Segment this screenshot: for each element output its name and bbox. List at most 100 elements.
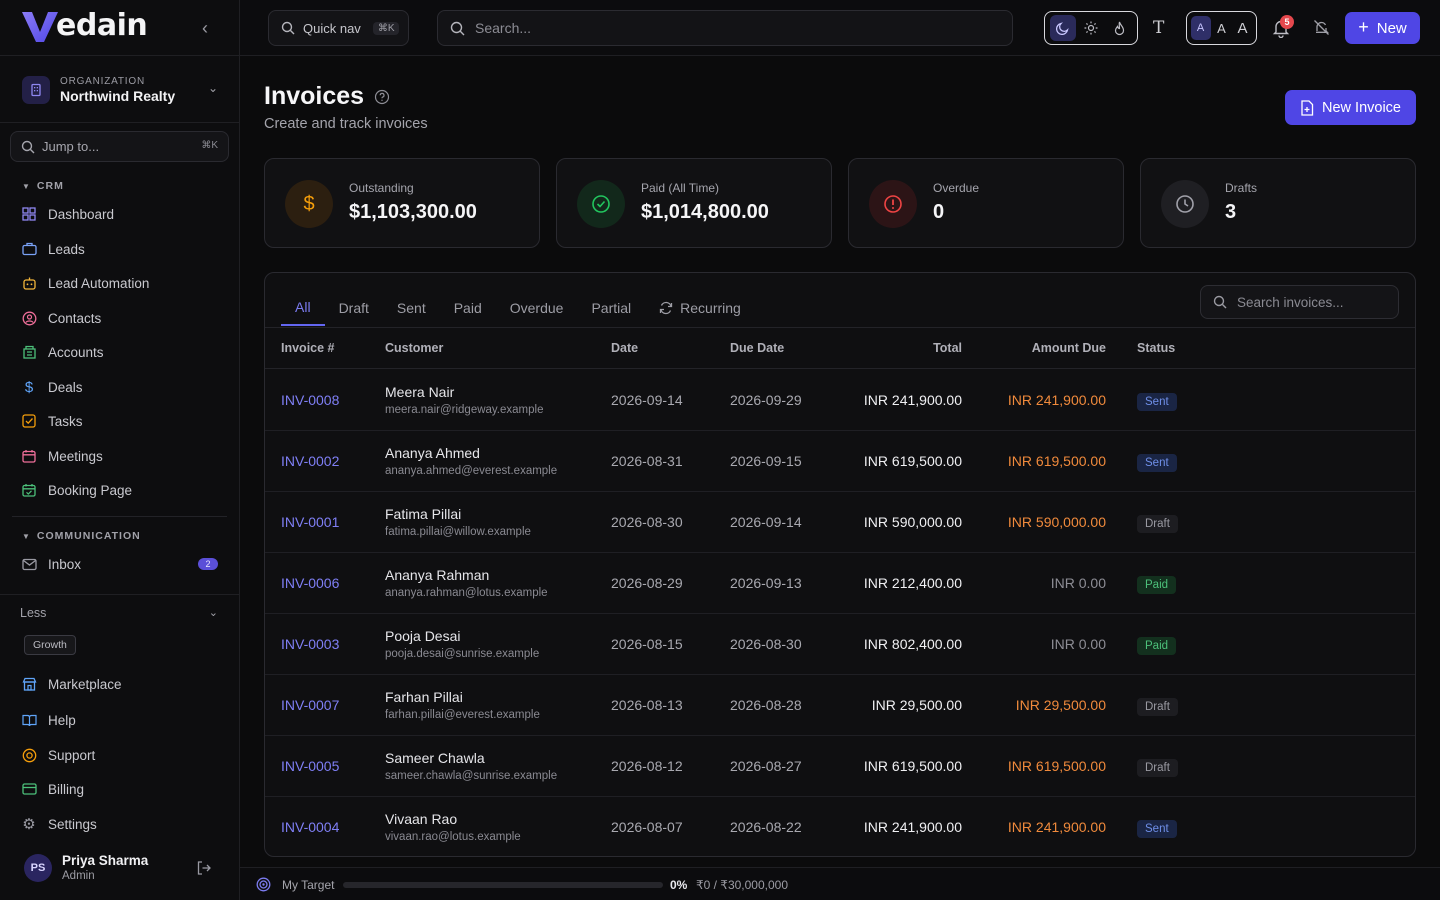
column-header-status[interactable]: Status bbox=[1137, 341, 1175, 355]
tab-sent[interactable]: Sent bbox=[383, 289, 440, 326]
sidebar-item-support[interactable]: Support bbox=[12, 740, 228, 770]
sidebar-item-lead-automation[interactable]: Lead Automation bbox=[12, 268, 228, 298]
stat-label: Outstanding bbox=[349, 181, 414, 195]
column-header-amount-due[interactable]: Amount Due bbox=[1032, 341, 1106, 355]
collapse-sidebar-button[interactable]: ‹ bbox=[196, 18, 214, 38]
table-row[interactable]: INV-0007 Farhan Pillai farhan.pillai@evere… bbox=[265, 675, 1415, 736]
table-row[interactable]: INV-0003 Pooja Desai pooja.desai@sunrise.e… bbox=[265, 614, 1415, 675]
invoice-number-link[interactable]: INV-0005 bbox=[281, 758, 339, 774]
invoice-total: INR 590,000.00 bbox=[863, 514, 962, 530]
invoice-number-link[interactable]: INV-0004 bbox=[281, 819, 339, 835]
help-circle-icon[interactable] bbox=[374, 89, 390, 105]
table-row[interactable]: INV-0006 Ananya Rahman ananya.rahman@lotus… bbox=[265, 553, 1415, 614]
org-name: Northwind Realty bbox=[60, 88, 176, 104]
user-profile[interactable]: PS Priya Sharma Admin bbox=[0, 846, 240, 890]
status-badge: Paid bbox=[1137, 576, 1177, 594]
logout-icon[interactable] bbox=[196, 860, 212, 876]
sidebar-item-settings[interactable]: ⚙ Settings bbox=[12, 809, 228, 839]
calendar-icon bbox=[21, 448, 37, 464]
invoice-number-link[interactable]: INV-0006 bbox=[281, 575, 339, 591]
sidebar-item-leads[interactable]: Leads bbox=[12, 234, 228, 264]
sidebar-item-accounts[interactable]: Accounts bbox=[12, 337, 228, 367]
quick-nav-button[interactable]: Quick nav ⌘K bbox=[268, 10, 409, 46]
new-button[interactable]: + New bbox=[1345, 12, 1420, 44]
page-title: Invoices bbox=[264, 82, 390, 111]
due-date: 2026-08-27 bbox=[730, 758, 802, 774]
column-header-invoice[interactable]: Invoice # bbox=[281, 341, 335, 355]
font-style-button[interactable]: T bbox=[1153, 18, 1169, 38]
sidebar-item-marketplace[interactable]: Marketplace bbox=[12, 669, 228, 699]
caret-down-icon: ▼ bbox=[22, 531, 31, 541]
sidebar-item-label: Deals bbox=[48, 379, 83, 395]
invoice-number-link[interactable]: INV-0007 bbox=[281, 697, 339, 713]
gear-icon: ⚙ bbox=[22, 816, 36, 833]
table-row[interactable]: INV-0005 Sameer Chawla sameer.chawla@sunri… bbox=[265, 736, 1415, 797]
invoice-number-link[interactable]: INV-0001 bbox=[281, 514, 339, 530]
invoice-search-input[interactable]: Search invoices... bbox=[1200, 285, 1399, 319]
jump-to-input[interactable]: Jump to... ⌘K bbox=[10, 131, 229, 162]
stat-label: Drafts bbox=[1225, 181, 1258, 195]
column-header-due-date[interactable]: Due Date bbox=[730, 341, 784, 355]
sidebar-item-label: Billing bbox=[48, 781, 85, 797]
font-size-large-button[interactable]: A bbox=[1233, 16, 1253, 40]
org-label: ORGANIZATION bbox=[60, 76, 145, 87]
caret-down-icon: ▼ bbox=[22, 181, 31, 191]
tab-draft[interactable]: Draft bbox=[325, 289, 383, 326]
dark-mode-button[interactable] bbox=[1050, 15, 1076, 41]
tab-recurring[interactable]: Recurring bbox=[645, 289, 755, 326]
target-percent: 0% bbox=[670, 878, 688, 892]
sidebar-item-deals[interactable]: $ Deals bbox=[12, 372, 228, 402]
table-row[interactable]: INV-0004 Vivaan Rao vivaan.rao@lotus.examp… bbox=[265, 797, 1415, 856]
customer-email: ananya.ahmed@everest.example bbox=[385, 465, 558, 477]
invoice-number-link[interactable]: INV-0003 bbox=[281, 636, 339, 652]
sidebar-item-dashboard[interactable]: Dashboard bbox=[12, 199, 228, 229]
tab-all[interactable]: All bbox=[281, 289, 325, 326]
tab-overdue[interactable]: Overdue bbox=[496, 289, 578, 326]
status-badge: Sent bbox=[1137, 393, 1177, 411]
sidebar-item-help[interactable]: Help bbox=[12, 705, 228, 735]
sidebar-item-label: Support bbox=[48, 747, 96, 763]
sidebar-item-contacts[interactable]: Contacts bbox=[12, 303, 228, 333]
due-date: 2026-08-22 bbox=[730, 819, 802, 835]
new-invoice-button[interactable]: New Invoice bbox=[1285, 90, 1416, 125]
font-size-medium-button[interactable]: A bbox=[1212, 16, 1232, 40]
organization-switcher[interactable]: ORGANIZATION Northwind Realty ⌄ bbox=[12, 66, 228, 114]
warm-mode-button[interactable] bbox=[1106, 15, 1132, 41]
sidebar-item-billing[interactable]: Billing bbox=[12, 774, 228, 804]
invoice-total: INR 212,400.00 bbox=[863, 575, 962, 591]
column-header-total[interactable]: Total bbox=[933, 341, 962, 355]
sidebar-item-meetings[interactable]: Meetings bbox=[12, 441, 228, 471]
column-header-date[interactable]: Date bbox=[611, 341, 638, 355]
due-date: 2026-08-30 bbox=[730, 636, 802, 652]
sidebar-item-label: Contacts bbox=[48, 310, 102, 326]
sidebar-item-booking-page[interactable]: Booking Page bbox=[12, 475, 228, 505]
light-mode-button[interactable] bbox=[1078, 15, 1104, 41]
column-header-customer[interactable]: Customer bbox=[385, 341, 443, 355]
tab-partial[interactable]: Partial bbox=[577, 289, 645, 326]
table-row[interactable]: INV-0001 Fatima Pillai fatima.pillai@willo… bbox=[265, 492, 1415, 553]
font-size-small-button[interactable]: A bbox=[1190, 16, 1211, 40]
table-row[interactable]: INV-0008 Meera Nair meera.nair@ridgeway.ex… bbox=[265, 370, 1415, 431]
global-search-input[interactable]: Search... bbox=[437, 10, 1013, 46]
sun-icon bbox=[1084, 21, 1098, 35]
section-toggle-crm[interactable]: ▼ CRM bbox=[22, 180, 64, 192]
user-name: Priya Sharma bbox=[62, 853, 149, 868]
tab-paid[interactable]: Paid bbox=[440, 289, 496, 326]
due-date: 2026-09-29 bbox=[730, 392, 802, 408]
invoice-number-link[interactable]: INV-0002 bbox=[281, 453, 339, 469]
section-toggle-communication[interactable]: ▼ COMMUNICATION bbox=[22, 530, 141, 542]
bell-off-icon[interactable] bbox=[1313, 19, 1330, 36]
table-row[interactable]: INV-0002 Ananya Ahmed ananya.ahmed@everest… bbox=[265, 431, 1415, 492]
customer-name: Farhan Pillai bbox=[385, 689, 463, 705]
bot-icon bbox=[21, 275, 37, 291]
sidebar-item-tasks[interactable]: Tasks bbox=[12, 406, 228, 436]
sidebar-item-inbox[interactable]: Inbox 2 bbox=[12, 549, 228, 579]
brand-logo[interactable]: edain bbox=[20, 8, 148, 44]
show-less-toggle[interactable]: Less ⌄ bbox=[0, 594, 240, 630]
invoice-number-link[interactable]: INV-0008 bbox=[281, 392, 339, 408]
refresh-icon bbox=[659, 301, 673, 314]
brand-name: edain bbox=[56, 8, 148, 43]
stat-card-outstanding: $ Outstanding $1,103,300.00 bbox=[264, 158, 540, 248]
amount-due: INR 619,500.00 bbox=[1007, 453, 1106, 469]
notification-badge: 5 bbox=[1280, 15, 1294, 29]
